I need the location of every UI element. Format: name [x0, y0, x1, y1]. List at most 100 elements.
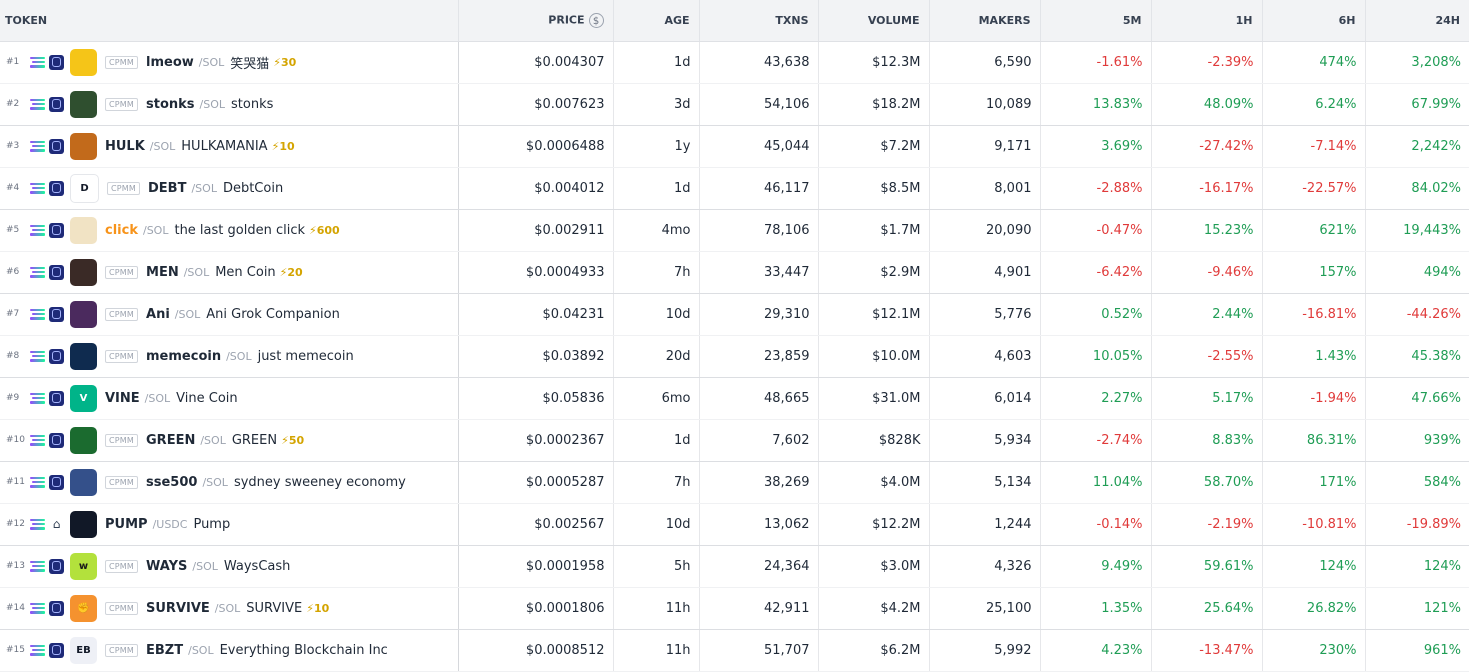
pool-type-badge: CPMM	[105, 307, 139, 321]
change-1h-cell: -2.39%	[1151, 41, 1263, 84]
header-txns[interactable]: TXNS	[699, 0, 819, 42]
token-symbol: Ani	[146, 306, 170, 322]
token-symbol: VINE	[105, 390, 140, 406]
header-5m[interactable]: 5M	[1040, 0, 1152, 42]
table-row[interactable]: #6 CPMM MEN/SOL Men Coin ⚡20 $0.0004933 7h 33,4…	[0, 251, 1469, 294]
quote-token: /SOL	[149, 139, 176, 153]
txns-cell: 45,044	[699, 125, 819, 168]
header-token[interactable]: TOKEN	[0, 0, 459, 42]
quote-token: /SOL	[214, 601, 241, 615]
solana-icon	[30, 224, 45, 236]
txns-cell: 33,447	[699, 251, 819, 294]
pool-type-badge: CPMM	[105, 643, 139, 657]
price-cell: $0.0005287	[458, 461, 614, 504]
table-row[interactable]: #15 EB CPMM EBZT/SOL Everything Blockchain I…	[0, 629, 1469, 672]
txns-cell: 54,106	[699, 83, 819, 126]
boost-badge: ⚡600	[309, 223, 340, 237]
table-row[interactable]: #8 CPMM memecoin/SOL just memecoin $0.03892 2…	[0, 335, 1469, 378]
header-6h[interactable]: 6H	[1262, 0, 1366, 42]
pool-type-badge: CPMM	[107, 181, 141, 195]
table-row[interactable]: #2 CPMM stonks/SOL stonks $0.007623 3d 54,106 $…	[0, 83, 1469, 126]
table-row[interactable]: #13 w CPMM WAYS/SOL WaysCash $0.0001958 5h 24,3…	[0, 545, 1469, 588]
change-24h-cell: 47.66%	[1365, 377, 1469, 420]
table-row[interactable]: #12 ⌂ PUMP/USDC Pump $0.002567 10d 13,062 $12.2…	[0, 503, 1469, 546]
table-row[interactable]: #10 CPMM GREEN/SOL GREEN ⚡50 $0.0002367 1d 7,60…	[0, 419, 1469, 462]
token-cell[interactable]: #2 CPMM stonks/SOL stonks	[0, 83, 459, 126]
token-cell[interactable]: #6 CPMM MEN/SOL Men Coin ⚡20	[0, 251, 459, 294]
change-6h-cell: 474%	[1262, 41, 1366, 84]
price-cell: $0.0006488	[458, 125, 614, 168]
change-5m-cell: 2.27%	[1040, 377, 1152, 420]
token-cell[interactable]: #7 CPMM Ani/SOL Ani Grok Companion	[0, 293, 459, 336]
txns-cell: 78,106	[699, 209, 819, 252]
header-volume[interactable]: VOLUME	[818, 0, 930, 42]
token-symbol: SURVIVE	[146, 600, 210, 616]
token-avatar	[70, 510, 97, 538]
table-row[interactable]: #11 CPMM sse500/SOL sydney sweeney economy $…	[0, 461, 1469, 504]
dollar-circle-icon[interactable]: $	[588, 12, 604, 28]
change-6h-cell: 124%	[1262, 545, 1366, 588]
token-cell[interactable]: #4 D CPMM DEBT/SOL DebtCoin	[0, 167, 459, 210]
table-row[interactable]: #1 CPMM lmeow/SOL 笑哭猫 ⚡30 $0.004307 1d 43,638 $1…	[0, 41, 1469, 84]
makers-cell: 4,326	[929, 545, 1041, 588]
token-cell[interactable]: #8 CPMM memecoin/SOL just memecoin	[0, 335, 459, 378]
change-6h-cell: 230%	[1262, 629, 1366, 672]
boost-badge: ⚡10	[271, 139, 295, 153]
boost-badge: ⚡50	[281, 433, 305, 447]
header-age[interactable]: AGE	[613, 0, 700, 42]
quote-token: /SOL	[199, 97, 226, 111]
price-cell: $0.0002367	[458, 419, 614, 462]
token-cell[interactable]: #14 ✊ CPMM SURVIVE/SOL SURVIVE ⚡10	[0, 587, 459, 630]
quote-token: /SOL	[226, 349, 252, 363]
token-cell[interactable]: #3 HULK/SOL HULKAMANIA ⚡10	[0, 125, 459, 168]
table-row[interactable]: #9 V VINE/SOL Vine Coin $0.05836 6mo 48,665 $31…	[0, 377, 1469, 420]
token-cell[interactable]: #10 CPMM GREEN/SOL GREEN ⚡50	[0, 419, 459, 462]
volume-cell: $12.2M	[818, 503, 930, 546]
rank-label: #8	[6, 351, 20, 361]
token-cell[interactable]: #9 V VINE/SOL Vine Coin	[0, 377, 459, 420]
rank-label: #9	[6, 393, 20, 403]
token-symbol: DEBT	[148, 180, 187, 196]
boost-value: 20	[287, 265, 303, 279]
change-24h-cell: -19.89%	[1365, 503, 1469, 546]
header-price[interactable]: PRICE $	[458, 0, 614, 42]
raydium-icon	[49, 54, 64, 70]
token-cell[interactable]: #11 CPMM sse500/SOL sydney sweeney economy	[0, 461, 459, 504]
change-1h-cell: -9.46%	[1151, 251, 1263, 294]
volume-cell: $31.0M	[818, 377, 930, 420]
pool-type-badge: CPMM	[105, 433, 139, 447]
token-symbol: stonks	[146, 96, 195, 112]
header-makers[interactable]: MAKERS	[929, 0, 1041, 42]
header-24h[interactable]: 24H	[1365, 0, 1469, 42]
price-cell: $0.03892	[458, 335, 614, 378]
header-1h[interactable]: 1H	[1151, 0, 1263, 42]
token-cell[interactable]: #15 EB CPMM EBZT/SOL Everything Blockchain I…	[0, 629, 459, 672]
change-24h-cell: 84.02%	[1365, 167, 1469, 210]
solana-icon	[30, 140, 45, 152]
table-row[interactable]: #4 D CPMM DEBT/SOL DebtCoin $0.004012 1d 46,117…	[0, 167, 1469, 210]
token-cell[interactable]: #12 ⌂ PUMP/USDC Pump	[0, 503, 459, 546]
token-cell[interactable]: #13 w CPMM WAYS/SOL WaysCash	[0, 545, 459, 588]
age-cell: 7h	[613, 251, 700, 294]
table-row[interactable]: #14 ✊ CPMM SURVIVE/SOL SURVIVE ⚡10 $0.0001806 1…	[0, 587, 1469, 630]
change-6h-cell: 86.31%	[1262, 419, 1366, 462]
age-cell: 11h	[613, 629, 700, 672]
solana-icon	[30, 476, 45, 488]
table-row[interactable]: #7 CPMM Ani/SOL Ani Grok Companion $0.04231 1…	[0, 293, 1469, 336]
solana-icon	[30, 560, 45, 572]
change-1h-cell: 25.64%	[1151, 587, 1263, 630]
token-cell[interactable]: #5 click/SOL the last golden click ⚡600	[0, 209, 459, 252]
change-1h-cell: -13.47%	[1151, 629, 1263, 672]
volume-cell: $12.3M	[818, 41, 930, 84]
quote-token: /SOL	[183, 265, 210, 279]
change-6h-cell: 26.82%	[1262, 587, 1366, 630]
pool-type-badge: CPMM	[105, 559, 139, 573]
makers-cell: 6,014	[929, 377, 1041, 420]
token-cell[interactable]: #1 CPMM lmeow/SOL 笑哭猫 ⚡30	[0, 41, 459, 84]
token-avatar: w	[70, 552, 97, 580]
table-row[interactable]: #3 HULK/SOL HULKAMANIA ⚡10 $0.0006488 1y 45,04…	[0, 125, 1469, 168]
token-avatar	[70, 468, 97, 496]
table-row[interactable]: #5 click/SOL the last golden click ⚡600 $0.0…	[0, 209, 1469, 252]
change-24h-cell: 584%	[1365, 461, 1469, 504]
txns-cell: 48,665	[699, 377, 819, 420]
